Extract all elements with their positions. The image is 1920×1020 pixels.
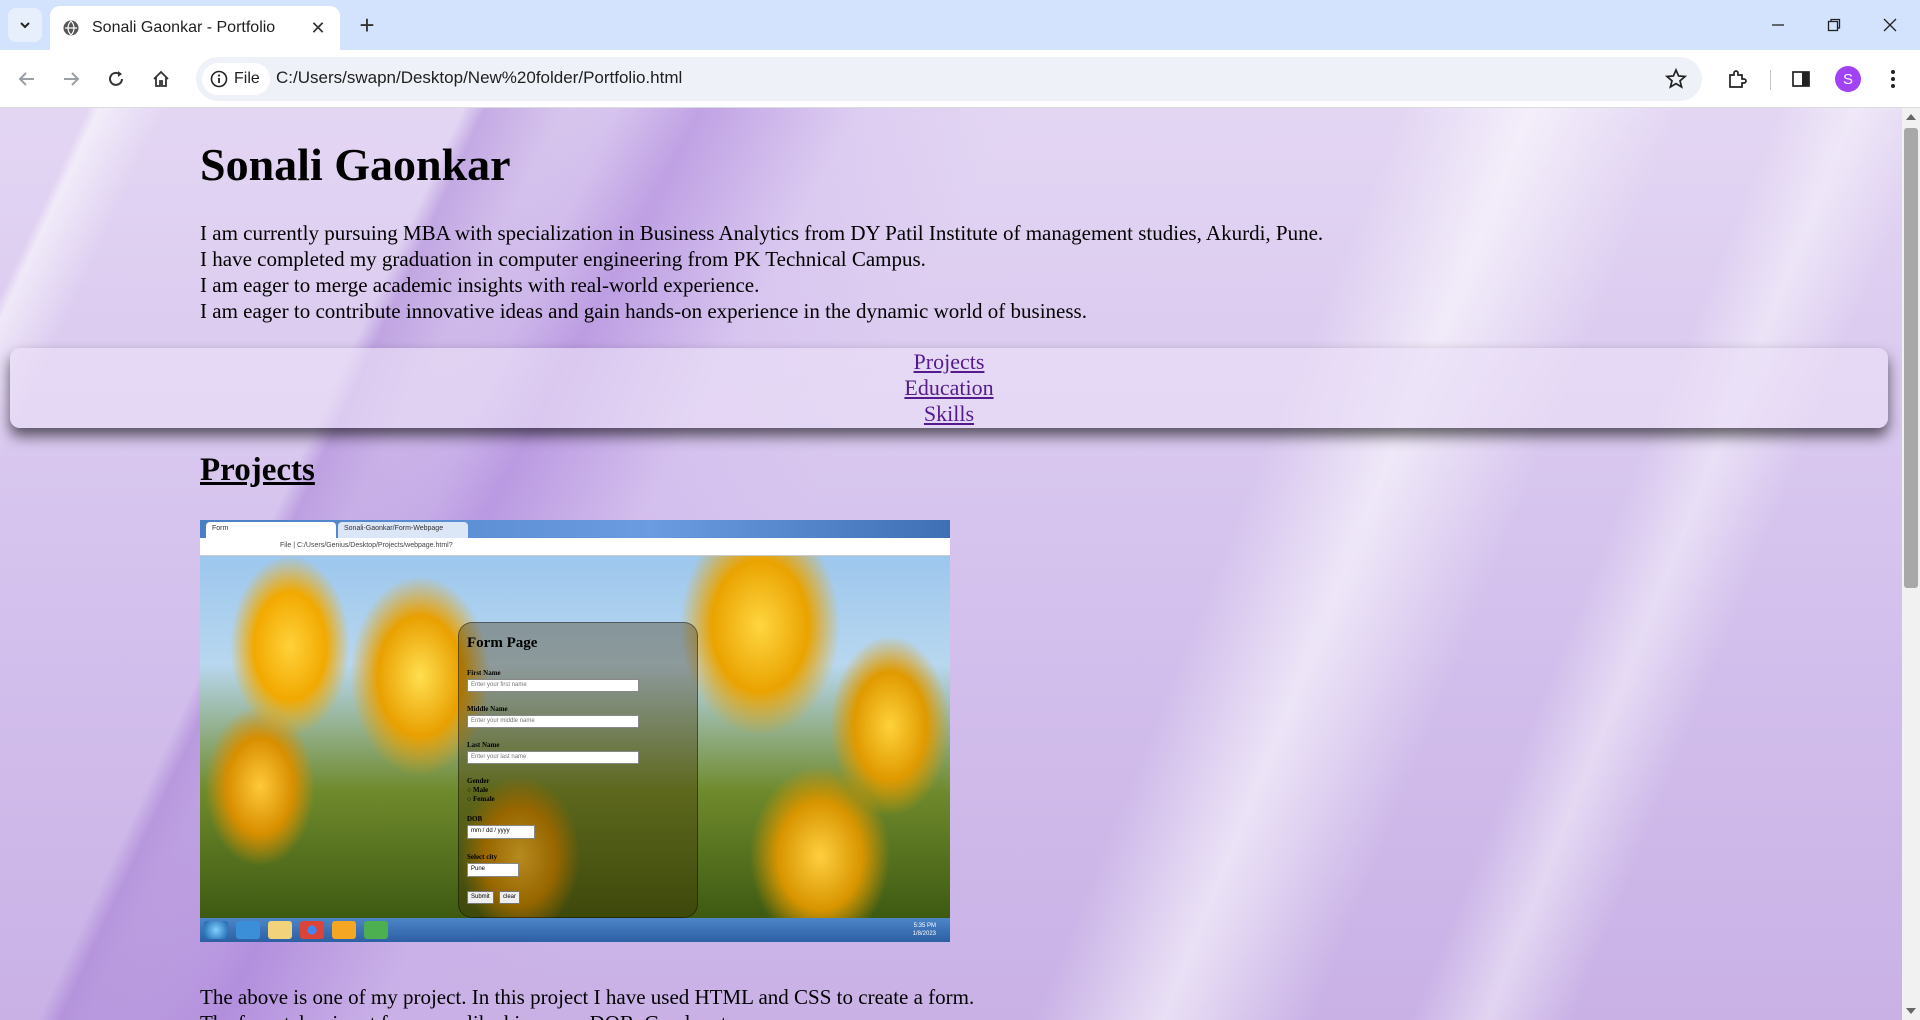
app-icon: [364, 921, 388, 939]
clock-date: 1/8/2023: [912, 931, 936, 937]
arrow-left-icon: [18, 72, 34, 86]
address-bar[interactable]: File C:/Users/swapn/Desktop/New%20folder…: [196, 57, 1702, 101]
bio-paragraph: I am currently pursuing MBA with special…: [200, 220, 1323, 324]
tab-strip: Sonali Gaonkar - Portfolio ✕ +: [0, 0, 1920, 50]
description-line: The above is one of my project. In this …: [200, 985, 975, 1009]
female-option: ○ Female: [467, 795, 495, 803]
section-nav: Projects Education Skills: [10, 348, 1888, 428]
toolbar-separator: [1770, 70, 1771, 90]
projects-heading: Projects: [200, 452, 315, 488]
shot-tabstrip: Form Sonali-Gaonkar/Form-Webpage: [200, 520, 950, 538]
close-icon: [1883, 18, 1897, 32]
last-name-input: Enter your last name: [467, 751, 639, 764]
last-name-label: Last Name: [467, 741, 500, 749]
site-chip-label: File: [234, 70, 260, 87]
clock-time: 5:35 PM: [913, 923, 936, 929]
city-select: Pune: [467, 863, 519, 877]
project-description: The above is one of my project. In this …: [200, 984, 974, 1020]
bio-line: I am eager to merge academic insights wi…: [200, 273, 760, 297]
tab-close-icon[interactable]: ✕: [308, 18, 328, 38]
back-button[interactable]: [10, 62, 44, 96]
browser-toolbar: File C:/Users/swapn/Desktop/New%20folder…: [0, 50, 1920, 108]
shot-address-bar: File | C:/Users/Genius/Desktop/Projects/…: [200, 538, 950, 556]
arrow-right-icon: [64, 72, 80, 86]
side-panel-icon: [1792, 71, 1810, 87]
side-panel-button[interactable]: [1786, 64, 1816, 94]
profile-button[interactable]: S: [1833, 64, 1863, 94]
first-name-input: Enter your first name: [467, 679, 639, 692]
form-title: Form Page: [467, 635, 538, 651]
clear-button: clear: [499, 891, 521, 904]
puzzle-icon: [1729, 70, 1747, 88]
male-label: Male: [472, 786, 489, 794]
submit-button: Submit: [467, 891, 494, 904]
close-window-button[interactable]: [1862, 0, 1918, 50]
nav-link-projects[interactable]: Projects: [914, 349, 985, 375]
description-line: The form takes input from user like his …: [200, 1010, 974, 1020]
minimize-button[interactable]: [1750, 0, 1806, 50]
dob-input: mm / dd / yyyy: [467, 825, 535, 839]
page-title: Sonali Gaonkar: [200, 139, 511, 190]
dob-label: DOB: [467, 815, 483, 823]
reload-icon: [109, 71, 123, 86]
star-icon[interactable]: [1664, 67, 1688, 91]
scroll-down-arrow-icon[interactable]: [1906, 1008, 1916, 1014]
ie-icon: [236, 921, 260, 939]
nav-link-education[interactable]: Education: [904, 375, 993, 401]
home-button[interactable]: [144, 62, 178, 96]
url-text[interactable]: C:/Users/swapn/Desktop/New%20folder/Port…: [276, 68, 682, 88]
city-label: Select city: [467, 853, 498, 861]
reload-button[interactable]: [99, 62, 133, 96]
shot-taskbar: 5:35 PM 1/8/2023: [200, 918, 950, 942]
more-vert-icon: [1891, 70, 1895, 88]
chrome-icon: [300, 921, 324, 939]
middle-name-input: Enter your middle name: [467, 715, 639, 728]
nav-link-skills[interactable]: Skills: [924, 401, 974, 427]
folder-icon: [268, 921, 292, 939]
form-card: Form Page First Name Enter your first na…: [458, 622, 698, 918]
start-icon: [204, 921, 228, 939]
tab-title: Sonali Gaonkar - Portfolio: [92, 19, 276, 36]
chevron-down-icon: [20, 22, 30, 29]
site-info-chip[interactable]: File: [202, 63, 270, 95]
tulip-background: Form Page First Name Enter your first na…: [200, 556, 950, 918]
male-option: ○ Male: [467, 786, 489, 794]
minimize-icon: [1772, 24, 1784, 26]
forward-button[interactable]: [54, 62, 88, 96]
first-name-label: First Name: [467, 669, 501, 677]
taskbar-clock: 5:35 PM 1/8/2023: [913, 922, 936, 938]
page-scrollbar[interactable]: [1902, 108, 1920, 1020]
menu-button[interactable]: [1878, 64, 1908, 94]
new-tab-button[interactable]: +: [352, 10, 382, 40]
shot-tab-form: Form: [206, 522, 336, 538]
active-tab[interactable]: Sonali Gaonkar - Portfolio ✕: [50, 6, 340, 50]
tab-search-button[interactable]: [8, 8, 42, 42]
bio-line: I am eager to contribute innovative idea…: [200, 299, 1087, 323]
bio-line: I have completed my graduation in comput…: [200, 247, 926, 271]
extensions-button[interactable]: [1722, 64, 1752, 94]
shot-tab-github: Sonali-Gaonkar/Form-Webpage: [338, 522, 468, 538]
media-icon: [332, 921, 356, 939]
bio-line: I am currently pursuing MBA with special…: [200, 221, 1324, 245]
avatar: S: [1835, 66, 1861, 92]
scroll-up-arrow-icon[interactable]: [1906, 114, 1916, 120]
project-screenshot: Form Sonali-Gaonkar/Form-Webpage File | …: [200, 520, 950, 942]
female-label: Female: [472, 795, 495, 803]
scroll-thumb[interactable]: [1904, 128, 1918, 588]
home-icon: [153, 70, 169, 87]
gender-label: Gender: [467, 777, 490, 785]
info-icon: [210, 70, 228, 88]
page-viewport: Sonali Gaonkar I am currently pursuing M…: [0, 108, 1902, 1020]
restore-icon: [1827, 18, 1841, 32]
globe-icon: [63, 20, 79, 36]
restore-button[interactable]: [1806, 0, 1862, 50]
middle-name-label: Middle Name: [467, 705, 508, 713]
